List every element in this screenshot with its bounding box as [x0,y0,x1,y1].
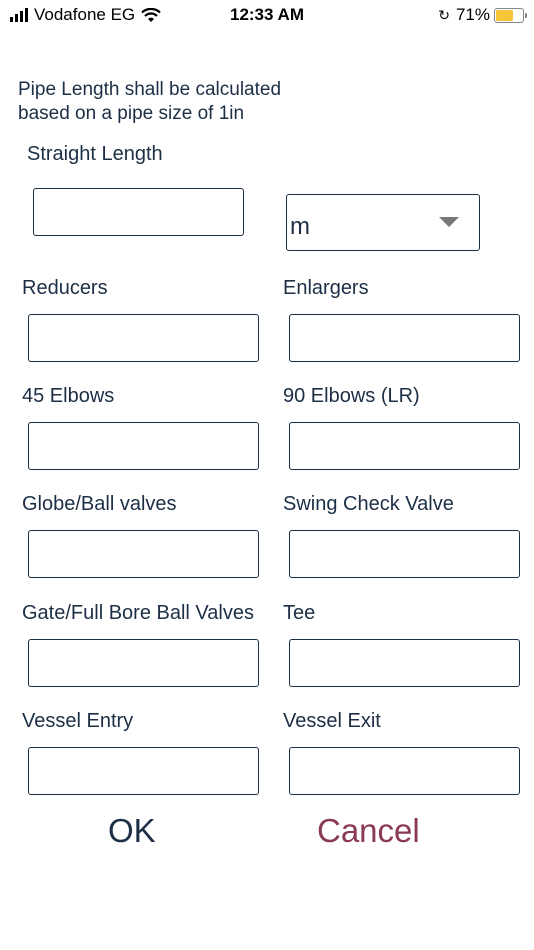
enlargers-label: Enlargers [283,277,369,299]
tee-input[interactable] [289,639,520,687]
tee-label: Tee [283,602,316,624]
swing-check-valve-label: Swing Check Valve [283,493,454,515]
battery-icon [494,7,527,23]
gate-full-bore-input[interactable] [28,639,259,687]
globe-ball-valves-input[interactable] [28,530,259,578]
info-text: Pipe Length shall be calculated based on… [18,78,378,126]
cancel-button[interactable]: Cancel [317,812,420,850]
status-right: ↻ 71% [438,5,527,25]
reducers-input[interactable] [28,314,259,362]
swing-check-valve-input[interactable] [289,530,520,578]
battery-fill [496,9,513,21]
vessel-entry-input[interactable] [28,747,259,795]
vessel-exit-label: Vessel Exit [283,710,381,732]
status-bar: Vodafone EG 12:33 AM ↻ 71% [0,0,534,34]
straight-length-label: Straight Length [27,143,163,165]
reducers-label: Reducers [22,277,108,299]
unit-value: m [290,212,310,240]
info-line-2: based on a pipe size of 1in [18,103,245,124]
chevron-down-icon [439,217,459,227]
info-line-1: Pipe Length shall be calculated [18,79,282,100]
ok-button[interactable]: OK [108,812,156,850]
straight-length-input[interactable] [33,188,244,236]
vessel-exit-input[interactable] [289,747,520,795]
elbows-45-input[interactable] [28,422,259,470]
elbows-45-label: 45 Elbows [22,385,115,407]
gate-full-bore-label: Gate/Full Bore Ball Valves [22,602,254,624]
orientation-lock-icon: ↻ [438,6,450,23]
vessel-entry-label: Vessel Entry [22,710,134,732]
enlargers-input[interactable] [289,314,520,362]
elbows-90-label: 90 Elbows (LR) [283,385,420,407]
globe-ball-valves-label: Globe/Ball valves [22,493,177,515]
battery-percent: 71% [455,5,490,24]
unit-select[interactable]: m [286,194,480,251]
elbows-90-input[interactable] [289,422,520,470]
